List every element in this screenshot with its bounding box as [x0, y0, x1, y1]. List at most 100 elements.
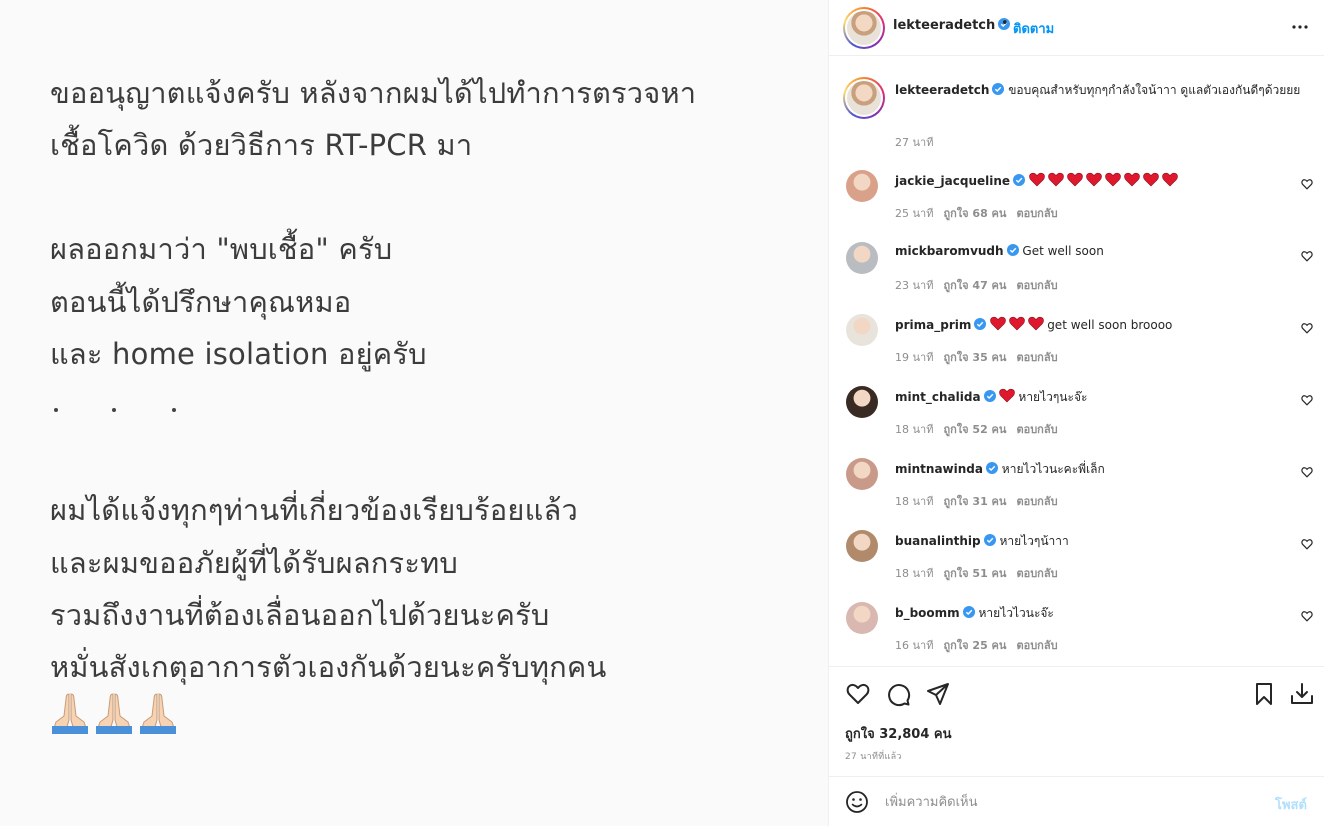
comment-likes[interactable]: ถูกใจ 51 คน	[943, 567, 1006, 580]
comment-time[interactable]: 23 นาที	[895, 279, 933, 292]
post-sidebar: lekteeradetch • ติดตาม lekteeradetch ขอบ…	[828, 0, 1324, 826]
caption-time[interactable]: 27 นาที	[895, 133, 933, 151]
commenter-username[interactable]: mint_chalida	[895, 390, 981, 404]
share-icon[interactable]	[925, 681, 951, 707]
ellipsis-dots	[50, 394, 190, 414]
caption-avatar[interactable]	[843, 77, 885, 119]
comment-likes[interactable]: ถูกใจ 35 คน	[943, 351, 1006, 364]
comment-like-heart-icon[interactable]	[1301, 538, 1313, 550]
comment-text: jackie_jacqueline	[895, 172, 1181, 190]
commenter-username[interactable]: jackie_jacqueline	[895, 174, 1010, 188]
red-heart-emoji-icon	[990, 316, 1047, 334]
verified-badge-icon	[1006, 244, 1019, 256]
comment-row: buanalinthip หายไวๆน้าาา 18 นาที ถูกใจ 51 …	[829, 530, 1324, 602]
bookmark-icon[interactable]	[1251, 681, 1277, 707]
add-comment-input[interactable]	[885, 792, 1245, 812]
comment-row: mintnawinda หายไวไวนะคะพี่เล็ก 18 นาที ถูก…	[829, 458, 1324, 530]
comment-row: jackie_jacqueline 25 นาที ถูกใจ 68 คน ตอบก…	[829, 170, 1324, 242]
commenter-avatar[interactable]	[846, 602, 878, 634]
comment-time[interactable]: 18 นาที	[895, 423, 933, 436]
commenter-avatar[interactable]	[846, 530, 878, 562]
author-avatar[interactable]	[843, 7, 885, 49]
caption-text: lekteeradetch ขอบคุณสำหรับทุกๆกำลังใจน้า…	[895, 81, 1311, 99]
commenter-avatar[interactable]	[846, 170, 878, 202]
commenter-username[interactable]: mickbaromvudh	[895, 244, 1004, 258]
comment-like-heart-icon[interactable]	[1301, 178, 1313, 190]
reply-button[interactable]: ตอบกลับ	[1016, 279, 1057, 292]
commenter-username[interactable]: mintnawinda	[895, 462, 983, 476]
follow-button[interactable]: ติดตาม	[1013, 18, 1054, 39]
comment-time[interactable]: 18 นาที	[895, 495, 933, 508]
commenter-avatar[interactable]	[846, 458, 878, 490]
post-text-line: หมั่นสังเกตุอาการตัวเองกันด้วยนะครับทุกค…	[50, 650, 607, 684]
post-text-line: และ home isolation อยู่ครับ	[50, 337, 427, 371]
add-comment-bar: โพสต์	[829, 778, 1324, 826]
comment-meta: 18 นาที ถูกใจ 51 คน ตอบกลับ	[895, 564, 1068, 582]
more-options-icon[interactable]	[1291, 20, 1309, 34]
post-image: ขออนุญาตแจ้งครับ หลังจากผมได้ไปทำการตรวจ…	[0, 0, 828, 826]
reply-button[interactable]: ตอบกลับ	[1016, 207, 1057, 220]
post-text-line: ขออนุญาตแจ้งครับ หลังจากผมได้ไปทำการตรวจ…	[50, 76, 697, 110]
author-username[interactable]: lekteeradetch	[893, 18, 995, 33]
comment-likes[interactable]: ถูกใจ 25 คน	[943, 639, 1006, 652]
comment-text: mint_chalida หายไวๆนะจ๊ะ	[895, 388, 1087, 407]
comment-likes[interactable]: ถูกใจ 68 คน	[943, 207, 1006, 220]
comment-like-heart-icon[interactable]	[1301, 610, 1313, 622]
commenter-avatar[interactable]	[846, 314, 878, 346]
comment-row: mint_chalida หายไวๆนะจ๊ะ 18 นาที ถูกใจ 52 …	[829, 386, 1324, 458]
reply-button[interactable]: ตอบกลับ	[1016, 567, 1057, 580]
commenter-username[interactable]: prima_prim	[895, 318, 971, 332]
comment-likes[interactable]: ถูกใจ 52 คน	[943, 423, 1006, 436]
comment-meta: 18 นาที ถูกใจ 31 คน ตอบกลับ	[895, 492, 1068, 510]
post-text-line: ผมได้แจ้งทุกๆท่านที่เกี่ยวข้องเรียบร้อยแ…	[50, 493, 578, 527]
comment-like-heart-icon[interactable]	[1301, 466, 1313, 478]
caption-username[interactable]: lekteeradetch	[895, 83, 989, 97]
verified-badge-icon	[962, 606, 975, 618]
author-username-link[interactable]: lekteeradetch	[893, 18, 1011, 33]
action-bar: ถูกใจ 32,804 คน 27 นาทีที่แล้ว	[829, 667, 1324, 777]
comment-row: mickbaromvudh Get well soon 23 นาที ถูกใจ …	[829, 242, 1324, 314]
comment-icon[interactable]	[885, 681, 911, 707]
reply-button[interactable]: ตอบกลับ	[1016, 423, 1057, 436]
comment-likes[interactable]: ถูกใจ 31 คน	[943, 495, 1006, 508]
commenter-username[interactable]: buanalinthip	[895, 534, 981, 548]
post-text-line: รวมถึงงานที่ต้องเลื่อนออกไปด้วยนะครับ	[50, 598, 550, 632]
header-separator: •	[1001, 16, 1009, 31]
reply-button[interactable]: ตอบกลับ	[1016, 495, 1057, 508]
red-heart-emoji-icon	[1029, 172, 1181, 190]
comment-like-heart-icon[interactable]	[1301, 322, 1313, 334]
post-text-line: และผมขออภัยผู้ที่ได้รับผลกระทบ	[50, 546, 459, 580]
comment-like-heart-icon[interactable]	[1301, 394, 1313, 406]
comment-row: prima_prim get well soon broooo 19 นาที ถู…	[829, 314, 1324, 386]
comment-time[interactable]: 16 นาที	[895, 639, 933, 652]
posted-time[interactable]: 27 นาทีที่แล้ว	[845, 749, 902, 763]
verified-badge-icon	[992, 83, 1005, 95]
comment-meta: 23 นาที ถูกใจ 47 คน ตอบกลับ	[895, 276, 1068, 294]
comment-body: get well soon broooo	[1047, 318, 1173, 332]
heart-outline-icon[interactable]	[845, 681, 871, 707]
post-text-line: เชื้อโควิด ด้วยวิธีการ RT-PCR มา	[50, 128, 473, 162]
post-header: lekteeradetch • ติดตาม	[829, 0, 1324, 56]
comment-likes[interactable]: ถูกใจ 47 คน	[943, 279, 1006, 292]
download-icon[interactable]	[1289, 681, 1315, 707]
caption-body: ขอบคุณสำหรับทุกๆกำลังใจน้าาา ดูแลตัวเองก…	[1008, 83, 1301, 97]
comment-body: หายไวไวนะคะพี่เล็ก	[1001, 462, 1105, 476]
comment-text: buanalinthip หายไวๆน้าาา	[895, 532, 1069, 551]
comment-like-heart-icon[interactable]	[1301, 250, 1313, 262]
likes-count[interactable]: ถูกใจ 32,804 คน	[845, 723, 952, 744]
comment-time[interactable]: 25 นาที	[895, 207, 933, 220]
commenter-avatar[interactable]	[846, 386, 878, 418]
comment-time[interactable]: 18 นาที	[895, 567, 933, 580]
commenter-avatar[interactable]	[846, 242, 878, 274]
comment-text: mickbaromvudh Get well soon	[895, 244, 1104, 258]
post-comment-button[interactable]: โพสต์	[1275, 794, 1307, 815]
post-text-line: ผลออกมาว่า "พบเชื้อ" ครับ	[50, 232, 393, 266]
reply-button[interactable]: ตอบกลับ	[1016, 351, 1057, 364]
comment-body: หายไวๆน้าาา	[999, 534, 1069, 548]
emoji-icon[interactable]	[845, 790, 869, 814]
comment-time[interactable]: 19 นาที	[895, 351, 933, 364]
comment-meta: 19 นาที ถูกใจ 35 คน ตอบกลับ	[895, 348, 1068, 366]
comments-list[interactable]: lekteeradetch ขอบคุณสำหรับทุกๆกำลังใจน้า…	[829, 57, 1324, 667]
commenter-username[interactable]: b_boomm	[895, 606, 960, 620]
reply-button[interactable]: ตอบกลับ	[1016, 639, 1057, 652]
